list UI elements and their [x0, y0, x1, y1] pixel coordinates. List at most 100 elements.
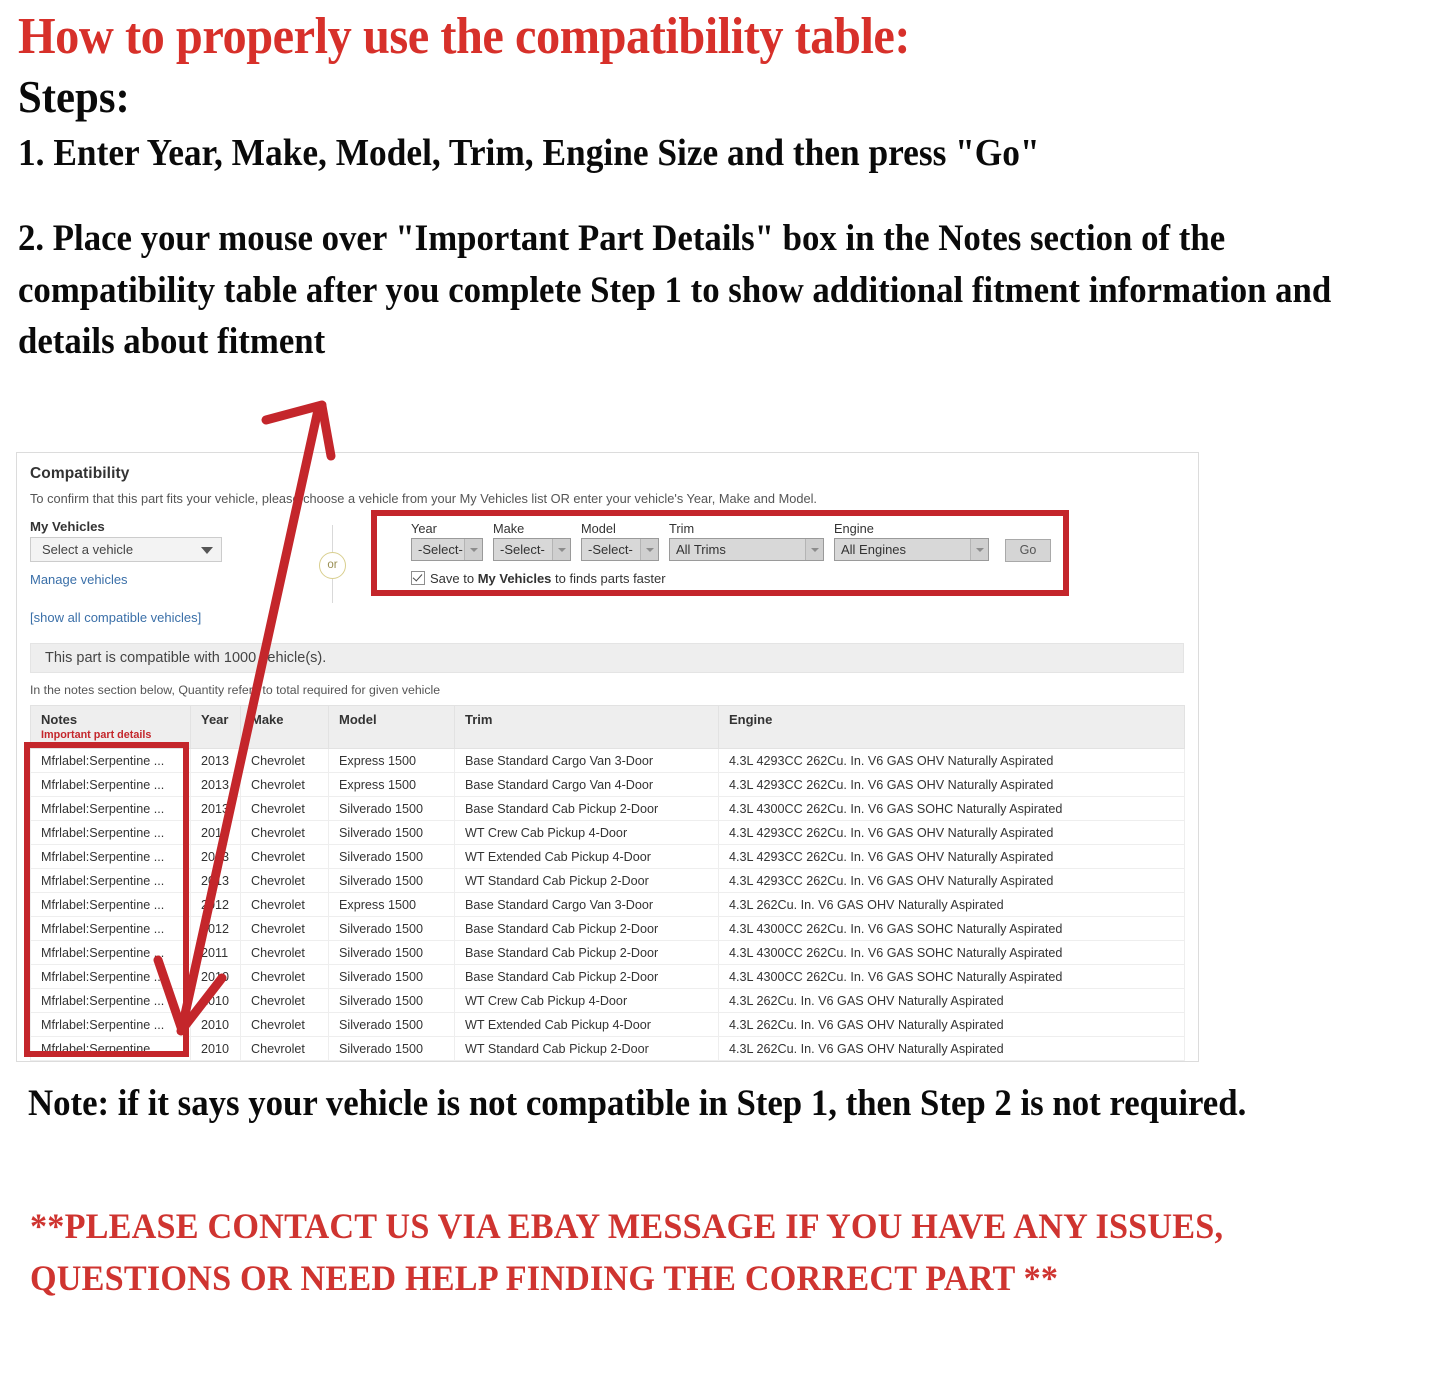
show-all-compatible-link[interactable]: [show all compatible vehicles]	[30, 610, 201, 625]
cell-notes[interactable]: Mfrlabel:Serpentine ...	[30, 964, 191, 989]
cell-model: Silverado 1500	[328, 1012, 455, 1037]
selector-value-trim: All Trims	[676, 542, 726, 557]
cell-engine: 4.3L 4293CC 262Cu. In. V6 GAS OHV Natura…	[718, 748, 1185, 773]
or-divider: or	[313, 525, 353, 603]
table-row[interactable]: Mfrlabel:Serpentine ... 2013 Chevrolet Silv…	[30, 820, 1185, 845]
selector-dropdown-year[interactable]: -Select-	[411, 538, 483, 561]
vehicle-select-dropdown[interactable]: Select a vehicle	[30, 537, 222, 562]
table-row[interactable]: Mfrlabel:Serpentine ... 2010 Chevrolet Silv…	[30, 1036, 1185, 1061]
cell-notes[interactable]: Mfrlabel:Serpentine ...	[30, 748, 191, 773]
cell-year: 2010	[190, 988, 241, 1013]
cell-engine: 4.3L 262Cu. In. V6 GAS OHV Naturally Asp…	[718, 1012, 1185, 1037]
my-vehicles-label: My Vehicles	[30, 519, 105, 534]
table-header-row: Notes Important part details Year Make M…	[30, 705, 1185, 749]
cell-notes[interactable]: Mfrlabel:Serpentine ...	[30, 820, 191, 845]
manage-vehicles-link[interactable]: Manage vehicles	[30, 572, 128, 587]
table-row[interactable]: Mfrlabel:Serpentine ... 2011 Chevrolet Silv…	[30, 940, 1185, 965]
chevron-down-icon	[464, 539, 482, 560]
compatibility-subtitle: To confirm that this part fits your vehi…	[30, 491, 817, 506]
selector-label-trim: Trim	[669, 521, 695, 536]
cell-make: Chevrolet	[240, 1036, 329, 1061]
column-header-engine[interactable]: Engine	[718, 705, 1185, 749]
save-text-post: to finds parts faster	[551, 571, 666, 586]
cell-notes[interactable]: Mfrlabel:Serpentine ...	[30, 988, 191, 1013]
cell-year: 2013	[190, 868, 241, 893]
cell-make: Chevrolet	[240, 868, 329, 893]
selector-dropdown-trim[interactable]: All Trims	[669, 538, 824, 561]
important-part-details-label: Important part details	[41, 729, 152, 741]
cell-model: Silverado 1500	[328, 964, 455, 989]
notes-quantity-hint: In the notes section below, Quantity ref…	[30, 683, 441, 697]
cell-model: Express 1500	[328, 772, 455, 797]
cell-notes[interactable]: Mfrlabel:Serpentine ...	[30, 1012, 191, 1037]
contact-text: **PLEASE CONTACT US VIA EBAY MESSAGE IF …	[30, 1206, 1224, 1299]
cell-notes[interactable]: Mfrlabel:Serpentine ...	[30, 892, 191, 917]
column-header-make[interactable]: Make	[240, 705, 329, 749]
cell-year: 2013	[190, 796, 241, 821]
cell-trim: WT Crew Cab Pickup 4-Door	[454, 988, 719, 1013]
selector-dropdown-engine[interactable]: All Engines	[834, 538, 989, 561]
chevron-down-icon	[640, 539, 658, 560]
save-vehicle-checkbox[interactable]	[411, 571, 425, 585]
selector-label-make: Make	[493, 521, 525, 536]
cell-trim: WT Standard Cab Pickup 2-Door	[454, 1036, 719, 1061]
selector-group-engine: Engine All Engines	[834, 521, 989, 561]
column-header-model[interactable]: Model	[328, 705, 455, 749]
column-header-trim[interactable]: Trim	[454, 705, 719, 749]
compatibility-panel: Compatibility To confirm that this part …	[16, 452, 1199, 1062]
column-header-year[interactable]: Year	[190, 705, 241, 749]
table-row[interactable]: Mfrlabel:Serpentine ... 2012 Chevrolet Silv…	[30, 916, 1185, 941]
table-row[interactable]: Mfrlabel:Serpentine ... 2010 Chevrolet Silv…	[30, 964, 1185, 989]
or-badge: or	[319, 552, 346, 579]
table-row[interactable]: Mfrlabel:Serpentine ... 2010 Chevrolet Silv…	[30, 988, 1185, 1013]
cell-engine: 4.3L 262Cu. In. V6 GAS OHV Naturally Asp…	[718, 988, 1185, 1013]
table-row[interactable]: Mfrlabel:Serpentine ... 2013 Chevrolet Expr…	[30, 772, 1185, 797]
cell-make: Chevrolet	[240, 844, 329, 869]
cell-model: Silverado 1500	[328, 940, 455, 965]
cell-trim: Base Standard Cargo Van 3-Door	[454, 892, 719, 917]
save-to-my-vehicles-row[interactable]: Save to My Vehicles to finds parts faste…	[411, 571, 666, 586]
table-row[interactable]: Mfrlabel:Serpentine ... 2013 Chevrolet Silv…	[30, 796, 1185, 821]
cell-notes[interactable]: Mfrlabel:Serpentine ...	[30, 772, 191, 797]
cell-make: Chevrolet	[240, 796, 329, 821]
selector-group-trim: Trim All Trims	[669, 521, 824, 561]
cell-notes[interactable]: Mfrlabel:Serpentine ...	[30, 868, 191, 893]
table-row[interactable]: Mfrlabel:Serpentine ... 2013 Chevrolet Silv…	[30, 844, 1185, 869]
cell-year: 2011	[190, 940, 241, 965]
table-row[interactable]: Mfrlabel:Serpentine ... 2013 Chevrolet Expr…	[30, 748, 1185, 773]
selector-label-year: Year	[411, 521, 437, 536]
cell-make: Chevrolet	[240, 940, 329, 965]
cell-model: Silverado 1500	[328, 796, 455, 821]
table-row[interactable]: Mfrlabel:Serpentine ... 2012 Chevrolet Expr…	[30, 892, 1185, 917]
cell-engine: 4.3L 4300CC 262Cu. In. V6 GAS SOHC Natur…	[718, 940, 1185, 965]
cell-year: 2012	[190, 916, 241, 941]
cell-trim: Base Standard Cargo Van 3-Door	[454, 748, 719, 773]
go-button[interactable]: Go	[1005, 539, 1051, 562]
compatibility-heading: Compatibility	[30, 465, 130, 482]
cell-notes[interactable]: Mfrlabel:Serpentine ...	[30, 844, 191, 869]
table-row[interactable]: Mfrlabel:Serpentine ... 2010 Chevrolet Silv…	[30, 1012, 1185, 1037]
instructions-block: How to properly use the compatibility ta…	[18, 8, 1418, 367]
cell-year: 2010	[190, 964, 241, 989]
cell-model: Silverado 1500	[328, 916, 455, 941]
column-header-notes-label: Notes	[41, 712, 78, 727]
selector-dropdown-make[interactable]: -Select-	[493, 538, 571, 561]
cell-engine: 4.3L 4293CC 262Cu. In. V6 GAS OHV Natura…	[718, 844, 1185, 869]
cell-engine: 4.3L 4300CC 262Cu. In. V6 GAS SOHC Natur…	[718, 964, 1185, 989]
cell-notes[interactable]: Mfrlabel:Serpentine ...	[30, 940, 191, 965]
column-header-notes[interactable]: Notes Important part details	[30, 705, 191, 749]
cell-engine: 4.3L 262Cu. In. V6 GAS OHV Naturally Asp…	[718, 1036, 1185, 1061]
cell-trim: WT Crew Cab Pickup 4-Door	[454, 820, 719, 845]
cell-model: Silverado 1500	[328, 1036, 455, 1061]
chevron-down-icon	[970, 539, 988, 560]
cell-notes[interactable]: Mfrlabel:Serpentine ...	[30, 1036, 191, 1061]
cell-trim: Base Standard Cab Pickup 2-Door	[454, 964, 719, 989]
selector-dropdown-model[interactable]: -Select-	[581, 538, 659, 561]
page-title: How to properly use the compatibility ta…	[18, 8, 911, 65]
cell-make: Chevrolet	[240, 1012, 329, 1037]
table-row[interactable]: Mfrlabel:Serpentine ... 2013 Chevrolet Silv…	[30, 868, 1185, 893]
cell-notes[interactable]: Mfrlabel:Serpentine ...	[30, 796, 191, 821]
cell-notes[interactable]: Mfrlabel:Serpentine ...	[30, 916, 191, 941]
vehicle-select-value: Select a vehicle	[42, 542, 134, 557]
cell-year: 2013	[190, 772, 241, 797]
